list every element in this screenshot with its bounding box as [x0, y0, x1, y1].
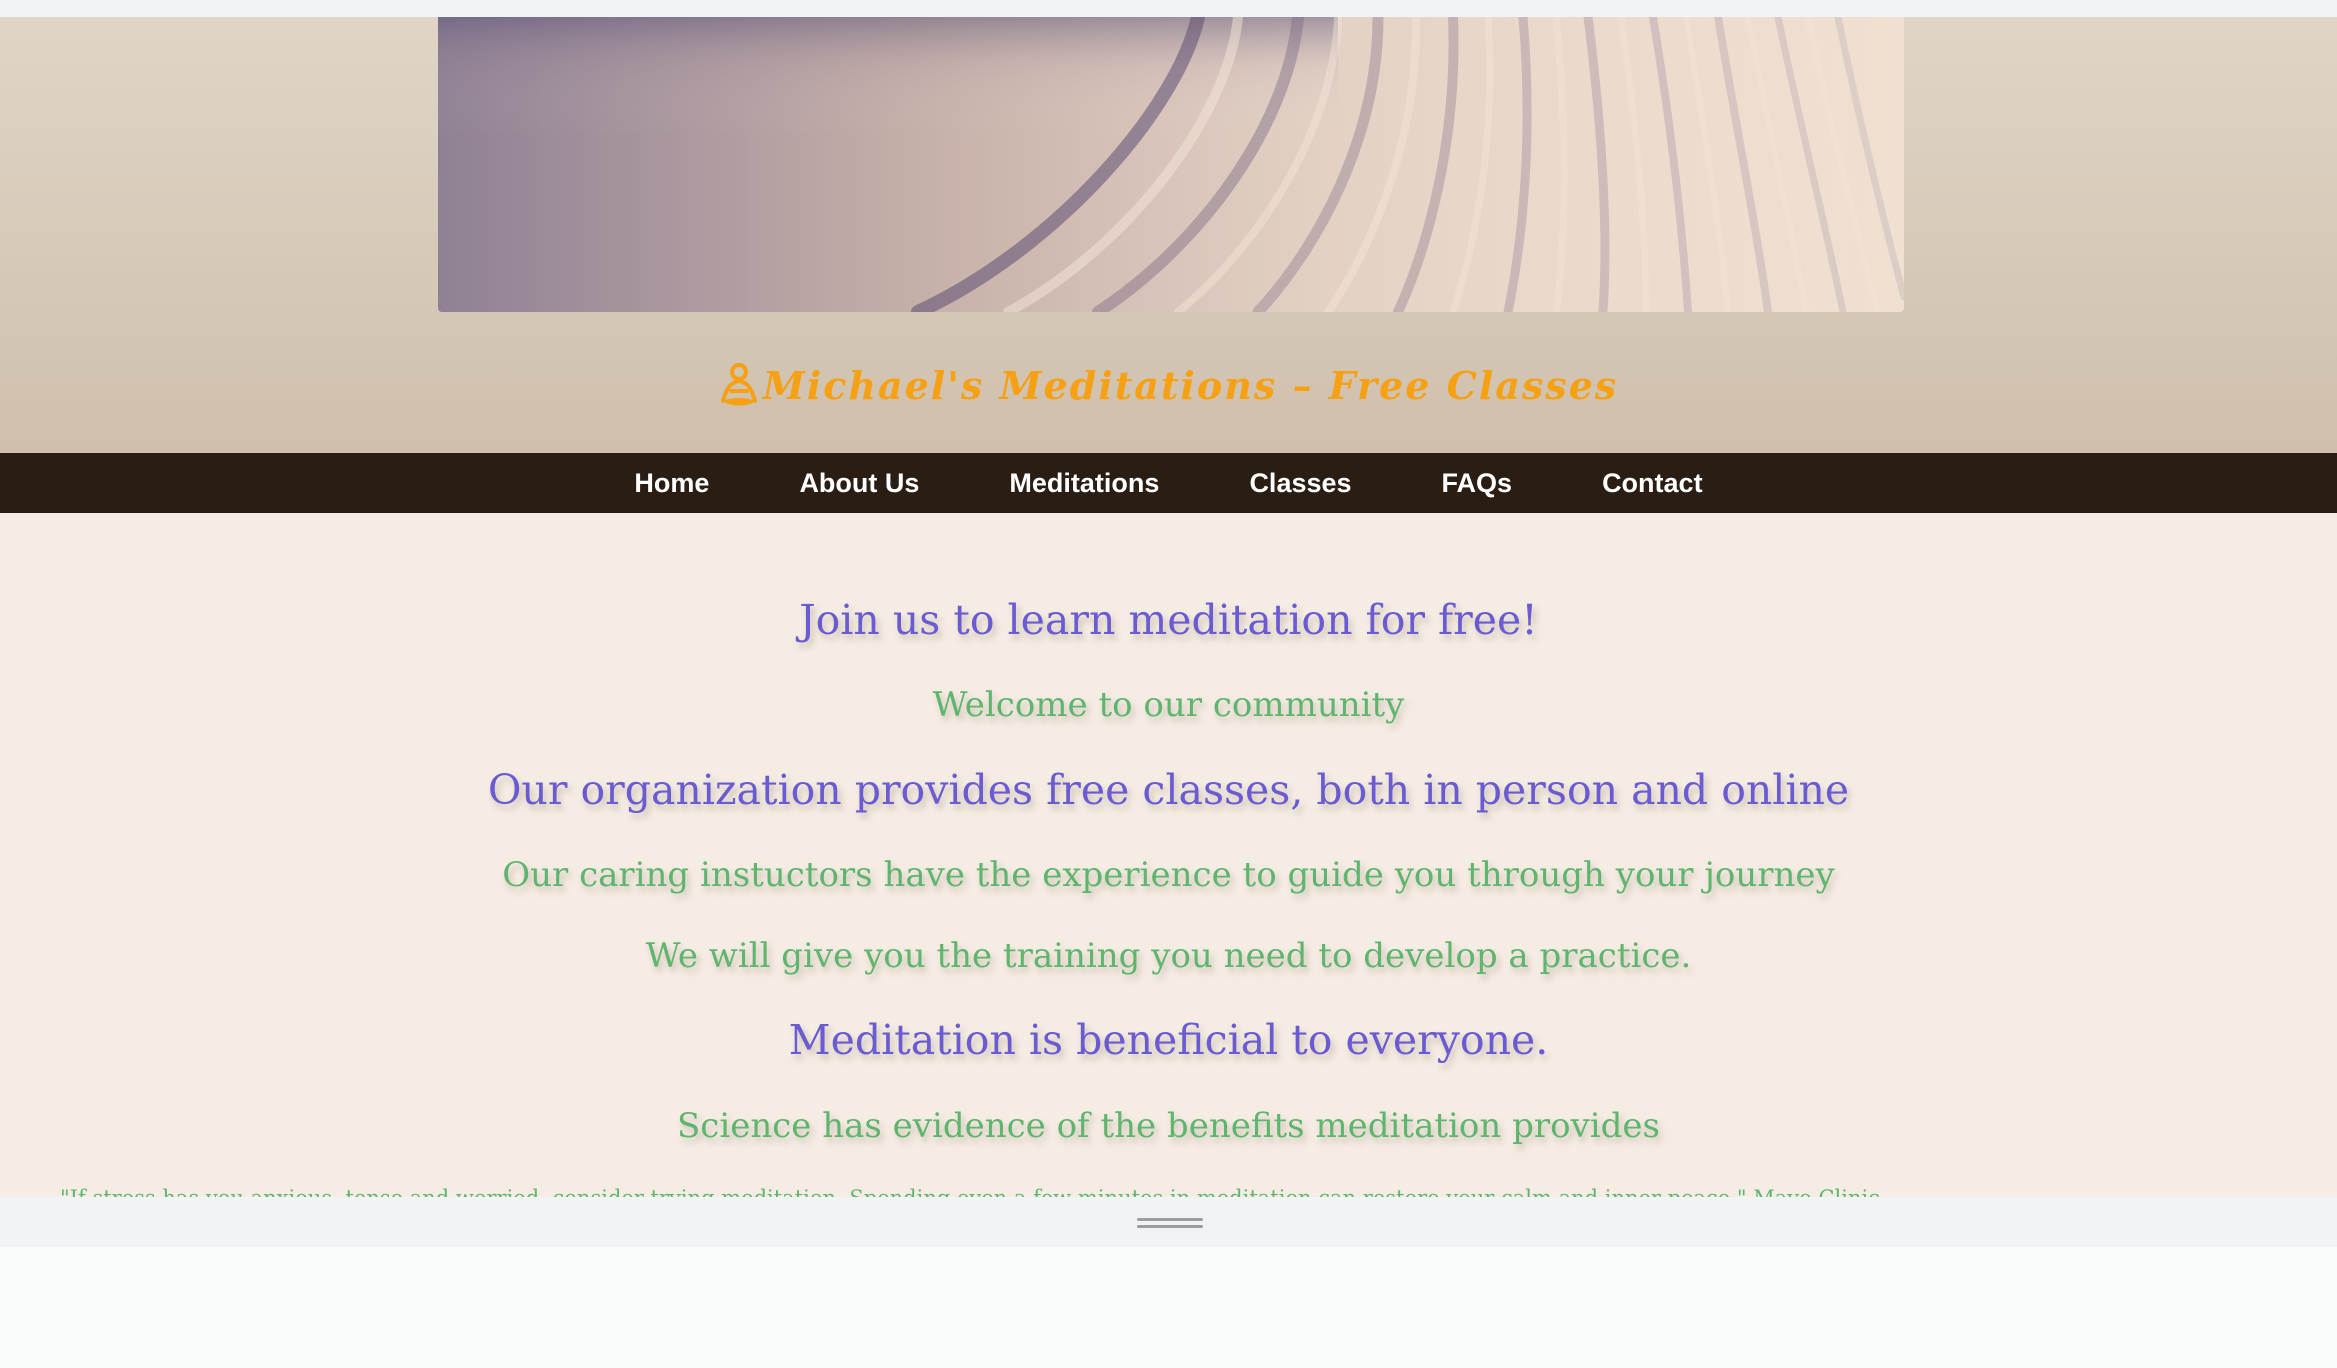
headline-join: Join us to learn meditation for free! — [799, 596, 1538, 644]
browser-top-strip — [0, 0, 2337, 17]
subheading-welcome: Welcome to our community — [932, 685, 1405, 725]
main-navigation: Home About Us Meditations Classes FAQs C… — [0, 453, 2337, 513]
nav-contact[interactable]: Contact — [1602, 468, 1703, 499]
sand-ripple-banner-image — [438, 17, 1904, 312]
subheading-instructors: Our caring instuctors have the experienc… — [502, 855, 1835, 895]
headline-beneficial: Meditation is beneficial to everyone. — [788, 1016, 1549, 1064]
nav-faqs[interactable]: FAQs — [1442, 468, 1513, 499]
mayo-clinic-quote: "If stress has you anxious, tense and wo… — [0, 1183, 1940, 1197]
subheading-science: Science has evidence of the benefits med… — [677, 1106, 1660, 1146]
nav-about-us[interactable]: About Us — [799, 468, 919, 499]
subheading-training: We will give you the training you need t… — [645, 936, 1692, 976]
headline-free-classes: Our organization provides free classes, … — [487, 766, 1850, 814]
nav-classes[interactable]: Classes — [1249, 468, 1351, 499]
nav-home[interactable]: Home — [634, 468, 709, 499]
site-title: Michael's Meditations – Free Classes — [0, 356, 2337, 416]
resize-grip-icon[interactable] — [1137, 1218, 1203, 1232]
nav-meditations[interactable]: Meditations — [1009, 468, 1159, 499]
site-title-text: Michael's Meditations – Free Classes — [762, 363, 1619, 408]
meditation-person-icon — [719, 362, 759, 409]
empty-lower-pane — [0, 1247, 2337, 1368]
